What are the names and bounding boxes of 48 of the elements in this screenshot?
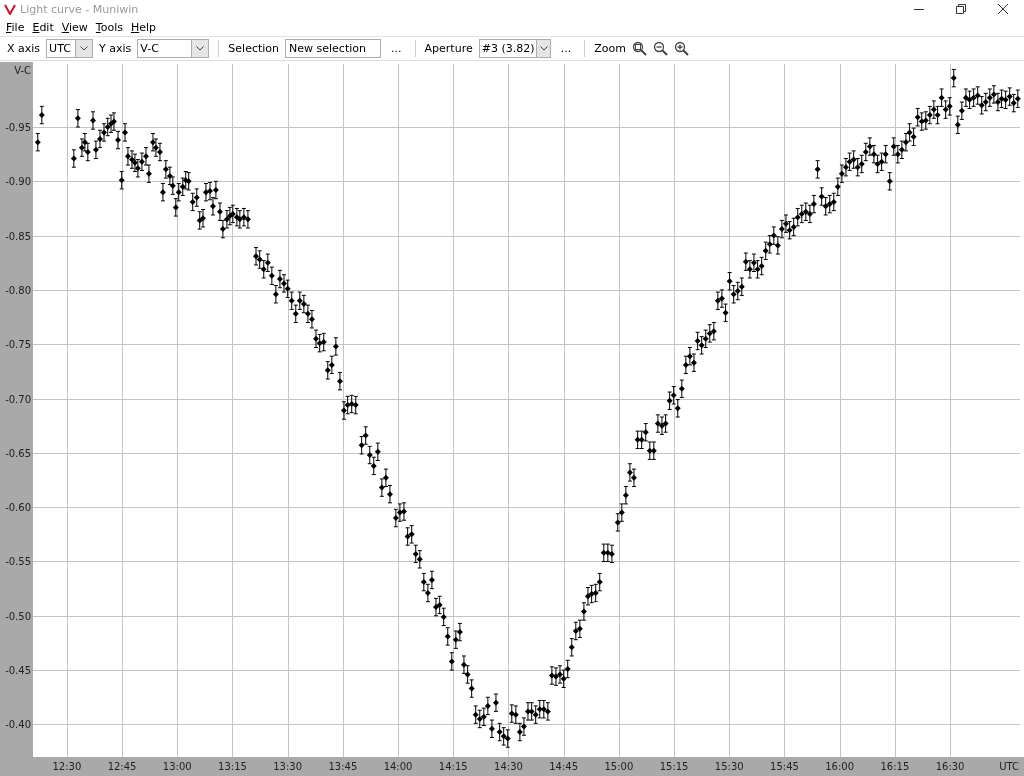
y-tick-label: -0.65 bbox=[5, 447, 31, 459]
y-tick-label: -0.60 bbox=[5, 502, 31, 514]
toolbar-label: X axis bbox=[7, 42, 41, 55]
x-tick-label: 13:15 bbox=[218, 761, 247, 772]
toolbar-label: Aperture bbox=[424, 42, 473, 55]
y-tick-label: -0.70 bbox=[5, 393, 31, 405]
toolbar-label: Selection bbox=[228, 42, 280, 55]
x-tick-label: 14:30 bbox=[494, 761, 523, 772]
window-title: Light curve - Muniwin bbox=[20, 2, 139, 16]
dropdown[interactable]: UTC bbox=[46, 39, 94, 58]
x-tick-label: 14:45 bbox=[549, 761, 579, 772]
y-tick-label: -0.75 bbox=[5, 339, 31, 351]
x-tick-label: 13:30 bbox=[273, 761, 303, 772]
menu-item[interactable]: Help bbox=[126, 20, 161, 34]
x-tick-label: 15:30 bbox=[714, 761, 744, 772]
more-button[interactable]: ... bbox=[556, 42, 576, 55]
x-tick-label: 16:00 bbox=[825, 761, 855, 772]
x-tick-label: 14:15 bbox=[438, 761, 468, 772]
x-tick-label: 15:45 bbox=[770, 761, 799, 772]
menu-item[interactable]: Edit bbox=[28, 20, 58, 34]
input-field[interactable]: New selection bbox=[285, 39, 382, 58]
toolbar-label: Zoom bbox=[594, 42, 626, 55]
x-axis-title: UTC bbox=[999, 761, 1019, 772]
more-button[interactable]: ... bbox=[387, 42, 406, 55]
x-tick-label: 12:30 bbox=[52, 761, 82, 772]
y-tick-label: -0.85 bbox=[5, 230, 31, 242]
x-tick-label: 13:00 bbox=[162, 761, 192, 772]
x-tick-label: 15:15 bbox=[659, 761, 689, 772]
y-tick-label: -0.50 bbox=[5, 610, 31, 622]
dropdown[interactable]: #3 (3.82) bbox=[478, 39, 551, 58]
y-tick-label: -0.80 bbox=[5, 284, 31, 296]
menu-item[interactable]: Tools bbox=[91, 20, 127, 34]
x-tick-label: 16:30 bbox=[935, 761, 965, 772]
menu-item[interactable]: View bbox=[57, 20, 92, 34]
x-tick-label: 16:15 bbox=[880, 761, 910, 772]
menu-item[interactable]: File bbox=[2, 20, 29, 34]
x-tick-label: 13:45 bbox=[328, 761, 358, 772]
y-tick-label: -0.45 bbox=[5, 665, 31, 677]
y-axis-title: V-C bbox=[14, 65, 31, 76]
dropdown[interactable]: V-C bbox=[137, 39, 210, 58]
y-tick-label: -0.95 bbox=[5, 122, 31, 133]
x-tick-label: 12:45 bbox=[107, 761, 137, 772]
y-tick-label: -0.55 bbox=[5, 556, 31, 568]
y-tick-label: -0.40 bbox=[5, 719, 31, 731]
y-tick-label: -0.90 bbox=[5, 176, 31, 188]
x-tick-label: 14:00 bbox=[383, 761, 413, 772]
toolbar-label: Y axis bbox=[99, 42, 132, 55]
x-tick-label: 15:00 bbox=[604, 761, 634, 772]
